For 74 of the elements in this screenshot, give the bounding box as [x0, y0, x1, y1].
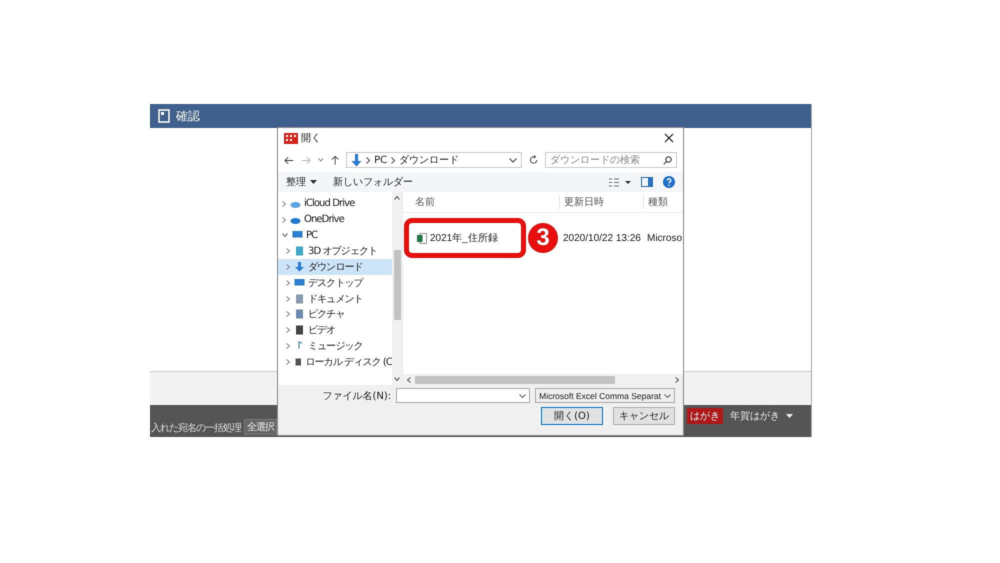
chevron-down-icon[interactable]	[282, 233, 288, 238]
caret-icon[interactable]	[318, 158, 324, 162]
file-name[interactable]: 2021年_住所録	[430, 231, 498, 245]
navigation-item[interactable]: ビデオ	[278, 322, 392, 338]
window-title: 確認	[176, 108, 200, 124]
file-type-dropdown[interactable]: Microsoft Excel Comma Separat	[535, 388, 675, 403]
search-icon	[663, 156, 672, 164]
scroll-right-icon[interactable]	[675, 376, 679, 382]
chevron-down-icon	[664, 394, 671, 398]
column-header[interactable]: 名前	[403, 195, 559, 209]
navigation-item[interactable]: ダウンロード	[278, 259, 392, 275]
file-type: Microso	[646, 232, 683, 244]
file-name-field[interactable]	[396, 388, 530, 403]
navigation-item[interactable]: デスクトップ	[278, 274, 392, 291]
chevron-right-icon[interactable]	[282, 200, 286, 207]
postcard-dropdown[interactable]: 年賀はがき	[726, 408, 807, 424]
chevron-right-icon[interactable]	[286, 248, 290, 254]
chevron-right-icon[interactable]	[286, 264, 290, 270]
scrollbar-thumb[interactable]	[394, 250, 400, 320]
chevron-right-icon[interactable]	[282, 216, 286, 223]
file-date: 2020/10/22 13:26	[562, 232, 642, 244]
step-number-badge: 3	[528, 223, 558, 253]
chevron-down-icon[interactable]	[519, 394, 526, 398]
navigation-item[interactable]: ミュージック	[278, 338, 392, 354]
new-folder-button[interactable]: 新しいフォルダー	[333, 175, 413, 189]
chevron-right-icon[interactable]	[286, 327, 290, 334]
select-all-button[interactable]: 全選択	[244, 419, 277, 435]
chevron-right-icon[interactable]	[286, 343, 290, 350]
breadcrumb-item[interactable]: ダウンロード	[399, 153, 460, 167]
navigation-item[interactable]: OneDrive	[278, 212, 392, 228]
scroll-down-icon[interactable]	[394, 377, 400, 381]
view-options-icon[interactable]	[609, 178, 631, 186]
navigation-item[interactable]: ローカル ディスク (C	[278, 354, 392, 370]
help-icon[interactable]	[663, 176, 675, 188]
chevron-right-icon[interactable]	[286, 296, 290, 302]
navigation-item[interactable]: ピクチャ	[278, 306, 392, 322]
cancel-button[interactable]: キャンセル	[613, 407, 675, 425]
window-icon	[158, 109, 170, 123]
column-header[interactable]: 更新日時	[559, 195, 643, 209]
spreadsheet-file-icon	[417, 232, 427, 244]
navigation-item[interactable]: iCloud Drive	[278, 196, 392, 212]
up-arrow-icon[interactable]	[330, 154, 340, 166]
postcard-tag: はがき	[687, 408, 723, 424]
app-icon	[284, 132, 298, 144]
download-arrow-icon	[351, 154, 362, 166]
dialog-title: 開く	[301, 132, 321, 145]
chevron-right-icon[interactable]	[286, 280, 290, 286]
close-icon[interactable]	[664, 133, 674, 143]
chevron-right-icon[interactable]	[286, 311, 290, 318]
dropdown-triangle-icon	[310, 180, 317, 184]
organize-button[interactable]: 整理	[286, 175, 317, 189]
chevron-right-icon[interactable]	[286, 358, 290, 365]
column-header[interactable]: 種類	[643, 195, 683, 209]
dropdown-triangle-icon	[786, 414, 793, 418]
batch-label: 入れた宛名の一括処理	[151, 422, 241, 435]
chevron-right-icon	[391, 156, 396, 164]
download-icon	[294, 262, 305, 272]
forward-arrow-icon[interactable]	[301, 156, 312, 164]
address-bar[interactable]: PC ダウンロード	[346, 152, 522, 168]
refresh-icon[interactable]	[528, 155, 538, 165]
navigation-item[interactable]: PC	[278, 228, 392, 244]
scroll-left-icon[interactable]	[407, 376, 411, 382]
navigation-item[interactable]: 3D オブジェクト	[278, 243, 392, 260]
search-field[interactable]: ダウンロードの検索	[545, 152, 677, 168]
scroll-up-icon[interactable]	[394, 196, 400, 200]
open-button[interactable]: 開く(O)	[541, 407, 603, 425]
chevron-right-icon	[366, 156, 370, 164]
chevron-down-icon[interactable]	[508, 158, 517, 162]
preview-pane-icon[interactable]	[641, 177, 653, 187]
breadcrumb-item[interactable]: PC	[374, 154, 388, 166]
navigation-item[interactable]: ドキュメント	[278, 290, 392, 307]
file-name-label: ファイル名(N):	[322, 390, 392, 402]
scrollbar-thumb[interactable]	[415, 376, 615, 384]
back-arrow-icon[interactable]	[284, 156, 294, 164]
